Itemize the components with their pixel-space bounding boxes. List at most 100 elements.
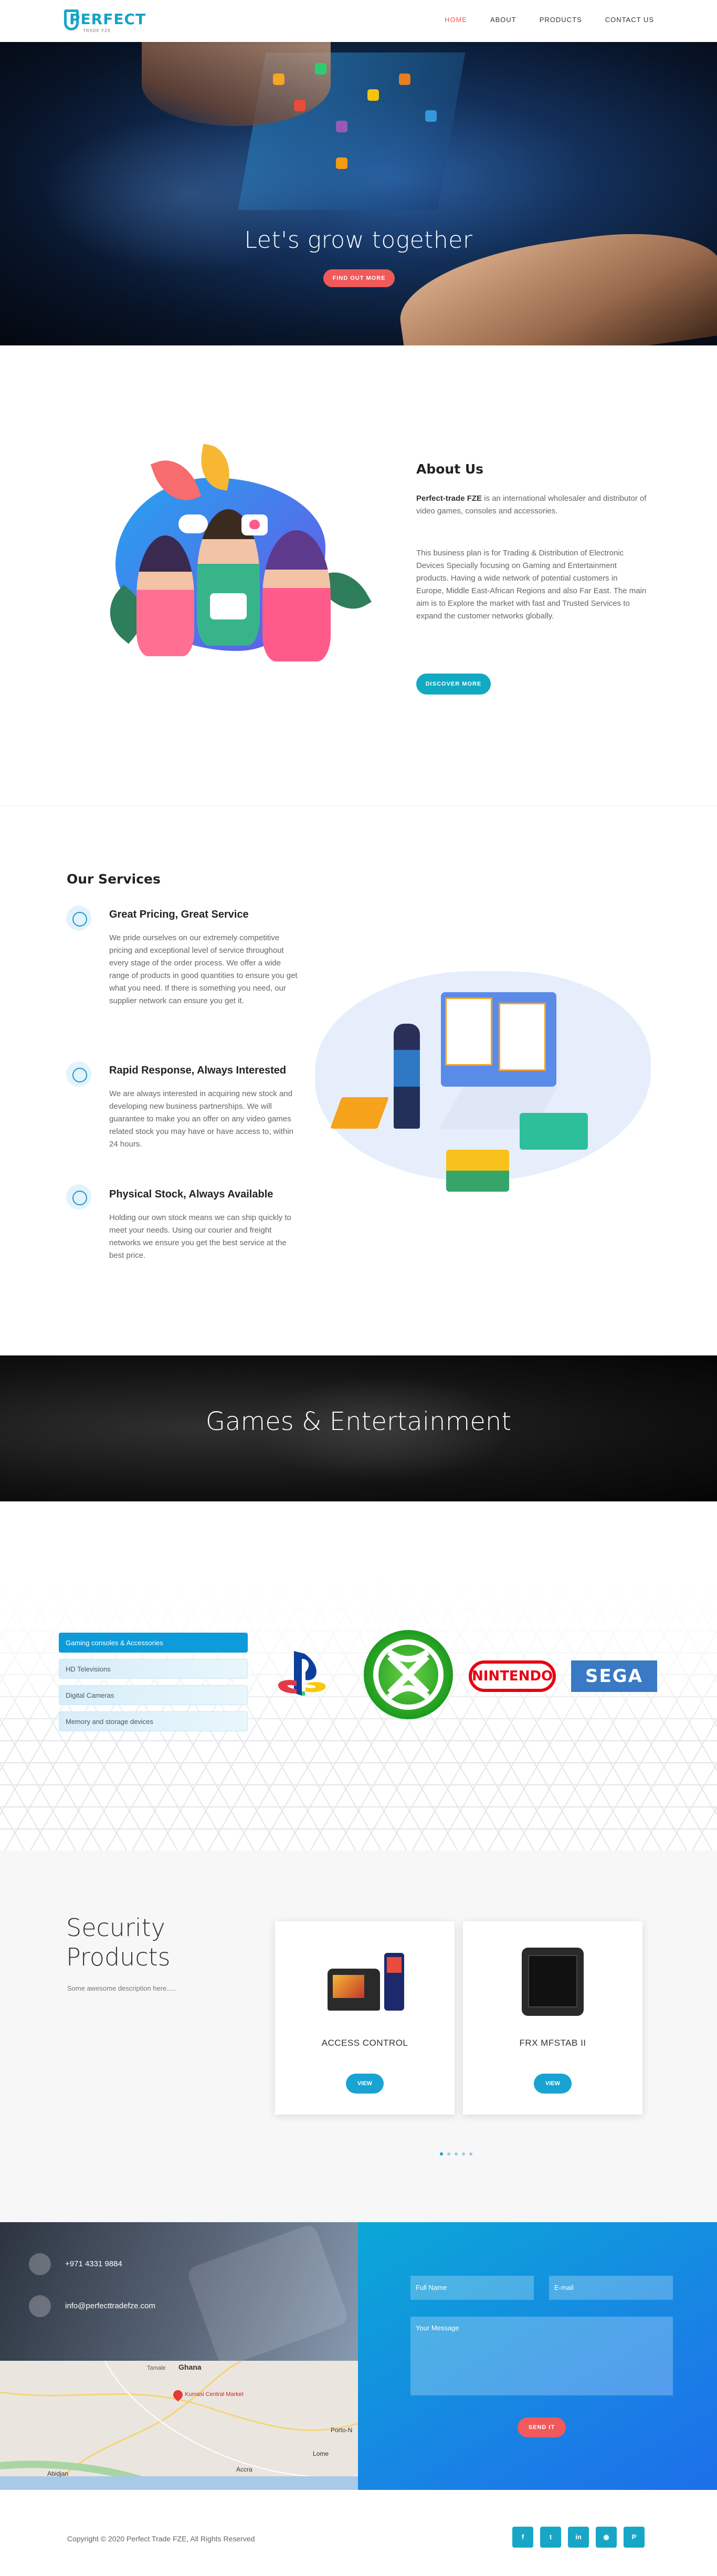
- nav-home[interactable]: HOME: [445, 16, 467, 24]
- service-title: Great Pricing, Great Service: [109, 909, 249, 920]
- email-icon: [29, 2295, 51, 2317]
- product-card: ACCESS CONTROL VIEW: [275, 1921, 455, 2115]
- xbox-icon: [373, 1639, 444, 1710]
- logo-text: PERFECT: [69, 10, 146, 28]
- view-button[interactable]: VIEW: [346, 2074, 384, 2094]
- services-illustration: [315, 940, 651, 1223]
- product-card: FRX MFSTAB II VIEW: [463, 1921, 642, 2115]
- person-figure: [136, 535, 194, 656]
- site-header: PERFECT TRADE FZE HOME ABOUT PRODUCTS CO…: [0, 0, 717, 42]
- logo-subtext: TRADE FZE: [83, 28, 111, 33]
- category-item[interactable]: Digital Cameras: [59, 1685, 248, 1705]
- pager-dot[interactable]: [447, 2152, 450, 2156]
- map-label: Abidjan: [47, 2470, 69, 2477]
- person-figure: [262, 530, 331, 661]
- logo[interactable]: PERFECT TRADE FZE: [64, 7, 153, 35]
- company-name: Perfect-trade FZE: [416, 494, 482, 503]
- linkedin-icon[interactable]: in: [568, 2527, 589, 2548]
- hero-title: Let's grow together: [244, 227, 473, 254]
- pager-dot[interactable]: [455, 2152, 458, 2156]
- phone-hand-graphic: [185, 2223, 350, 2369]
- contact-info-panel: [0, 2222, 358, 2369]
- pinterest-icon[interactable]: P: [624, 2527, 645, 2548]
- product-title: FRX MFSTAB II: [519, 2038, 586, 2048]
- service-text: We pride ourselves on our extremely comp…: [109, 933, 298, 1005]
- person-figure: [394, 1024, 420, 1129]
- about-paragraph: This business plan is for Trading & Dist…: [416, 549, 647, 621]
- nintendo-logo[interactable]: NINTENDO: [469, 1660, 556, 1692]
- discover-more-button[interactable]: DISCOVER MORE: [416, 674, 491, 695]
- hero-banner: Let's grow together FIND OUT MORE: [0, 42, 717, 345]
- books-graphic: [446, 1150, 509, 1192]
- access-control-image: [328, 1953, 406, 2011]
- briefcase-graphic: [520, 1113, 588, 1150]
- playstation-icon: [278, 1651, 326, 1696]
- category-list: Gaming consoles & Accessories HD Televis…: [59, 1633, 248, 1738]
- email-input[interactable]: E-mail: [549, 2276, 673, 2300]
- pager-dot[interactable]: [440, 2152, 443, 2156]
- app-icon: [273, 73, 284, 85]
- phone-icon: [29, 2253, 51, 2275]
- stock-icon: [66, 1184, 91, 1210]
- pager-dot[interactable]: [462, 2152, 465, 2156]
- map-label: Tamale: [147, 2365, 166, 2371]
- price-tag-icon: [66, 906, 91, 931]
- app-icon: [294, 100, 305, 111]
- find-out-more-button[interactable]: FIND OUT MORE: [323, 269, 395, 287]
- facebook-icon[interactable]: f: [512, 2527, 533, 2548]
- service-text: We are always interested in acquiring ne…: [109, 1089, 294, 1149]
- contact-email[interactable]: info@perfecttradefze.com: [65, 2301, 155, 2310]
- view-button[interactable]: VIEW: [534, 2074, 572, 2094]
- send-button[interactable]: SEND IT: [518, 2417, 566, 2437]
- about-title: About Us: [416, 461, 484, 477]
- location-map[interactable]: Ghana Kumasi Central Market Accra Lome A…: [0, 2361, 358, 2490]
- profile-card-icon: [499, 1003, 546, 1071]
- profile-card-icon: [445, 997, 492, 1066]
- service-title: Rapid Response, Always Interested: [109, 1065, 287, 1076]
- playstation-logo[interactable]: [273, 1643, 331, 1701]
- sega-logo[interactable]: SEGA: [571, 1660, 657, 1692]
- security-description: Some awesome description here.....: [67, 1984, 176, 1992]
- category-item[interactable]: Memory and storage devices: [59, 1711, 248, 1731]
- app-icon: [336, 121, 347, 132]
- about-illustration: [84, 444, 372, 677]
- category-item[interactable]: Gaming consoles & Accessories: [59, 1633, 248, 1653]
- full-name-input[interactable]: Full Name: [410, 2276, 534, 2300]
- tablet-device-image: [522, 1948, 584, 2016]
- message-card-icon: [210, 593, 247, 619]
- games-title: Games & Entertainment: [205, 1407, 512, 1436]
- app-icon: [399, 73, 410, 85]
- twitter-icon[interactable]: t: [540, 2527, 561, 2548]
- map-label: Lome: [313, 2450, 329, 2457]
- security-title: Security Products: [66, 1913, 171, 1971]
- service-text: Holding our own stock means we can ship …: [109, 1213, 291, 1260]
- pager-dot[interactable]: [469, 2152, 472, 2156]
- message-textarea[interactable]: Your Message: [410, 2317, 673, 2395]
- social-links: f t in ◉ P: [512, 2527, 645, 2548]
- app-icon: [425, 110, 437, 122]
- map-label: Porto-N: [331, 2426, 353, 2434]
- map-label: Kumasi Central Market: [185, 2391, 244, 2398]
- about-intro: Perfect-trade FZE is an international wh…: [416, 492, 647, 518]
- services-title: Our Services: [67, 871, 161, 887]
- app-icon: [315, 63, 326, 75]
- category-item[interactable]: HD Televisions: [59, 1659, 248, 1679]
- heart-icon: [249, 520, 260, 529]
- contact-phone[interactable]: +971 4331 9884: [65, 2259, 122, 2268]
- rss-icon[interactable]: ◉: [596, 2527, 617, 2548]
- screen-graphic: [333, 1975, 364, 1998]
- carousel-pager: [440, 2152, 472, 2156]
- product-title: ACCESS CONTROL: [321, 2038, 408, 2048]
- reader-screen-graphic: [387, 1957, 402, 1973]
- response-icon: [66, 1061, 91, 1087]
- nav-products[interactable]: PRODUCTS: [540, 16, 582, 24]
- service-title: Physical Stock, Always Available: [109, 1189, 273, 1200]
- device-screen-graphic: [528, 1955, 577, 2007]
- copyright-text: Copyright © 2020 Perfect Trade FZE, All …: [67, 2535, 255, 2543]
- xbox-logo[interactable]: [364, 1630, 453, 1719]
- map-label: Ghana: [178, 2363, 202, 2371]
- map-label: Accra: [236, 2466, 252, 2473]
- nav-about[interactable]: ABOUT: [490, 16, 516, 24]
- app-icon: [367, 89, 379, 101]
- nav-contact[interactable]: CONTACT US: [605, 16, 654, 24]
